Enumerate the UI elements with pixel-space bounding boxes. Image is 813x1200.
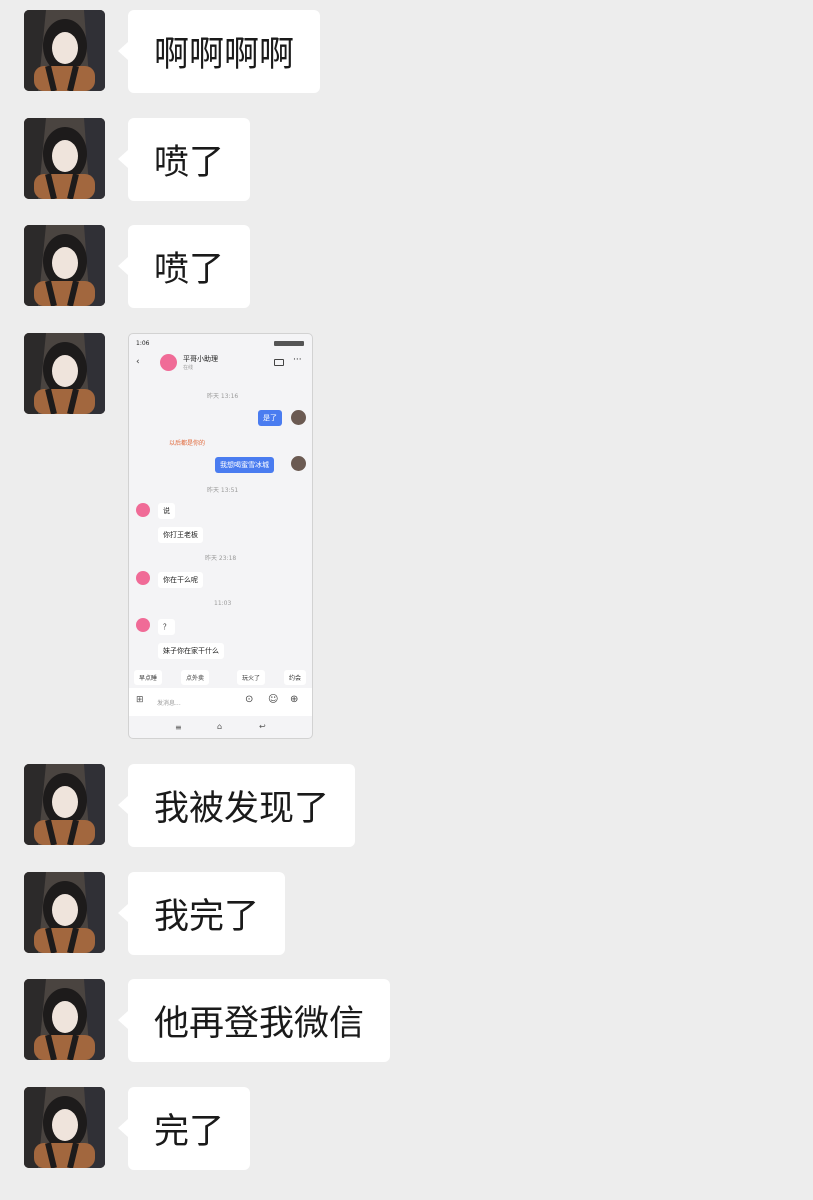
avatar[interactable] [24, 1087, 105, 1168]
status-icons [274, 341, 304, 346]
message-row: 啊啊啊啊 [0, 10, 813, 93]
avatar[interactable] [24, 333, 105, 414]
home-nav-icon[interactable]: ⌂ [217, 722, 222, 731]
avatar-portrait-icon [24, 225, 105, 306]
message-text: 我被发现了 [154, 789, 330, 829]
back-nav-icon[interactable]: ↩ [259, 722, 266, 731]
message-text: 喷了 [154, 143, 225, 183]
received-message: ？ [158, 619, 175, 635]
system-notice: 以后都是你的 [169, 440, 206, 447]
video-call-icon[interactable] [274, 359, 284, 366]
message-row: 喷了 [0, 118, 813, 201]
contact-status: 在线 [183, 365, 194, 371]
message-text: 喷了 [154, 250, 225, 290]
timestamp: 昨天 13:51 [207, 487, 239, 494]
message-row: 1:06 ‹ 平哥小助理 在线 ··· 昨天 13:16 是了 以后都是你的 我… [0, 333, 813, 741]
message-text: 完了 [154, 1112, 225, 1152]
avatar-portrait-icon [24, 764, 105, 845]
add-icon[interactable]: ⊕ [290, 694, 298, 705]
status-time: 1:06 [136, 340, 150, 347]
avatar[interactable] [24, 872, 105, 953]
message-row: 完了 [0, 1087, 813, 1170]
menu-nav-icon[interactable]: ≡ [175, 723, 182, 732]
contact-avatar [136, 618, 150, 632]
received-message: 说 [158, 503, 175, 519]
received-message: 你打王老板 [158, 527, 203, 543]
avatar[interactable] [24, 979, 105, 1060]
avatar-portrait-icon [24, 10, 105, 91]
avatar-portrait-icon [24, 1087, 105, 1168]
chat-bubble[interactable]: 他再登我微信 [117, 979, 391, 1062]
contact-avatar [136, 571, 150, 585]
sent-message: 是了 [258, 410, 282, 426]
message-text: 啊啊啊啊 [154, 35, 295, 75]
contact-avatar [136, 503, 150, 517]
received-message: 你在干么呢 [158, 572, 203, 588]
chat-bubble[interactable]: 啊啊啊啊 [117, 10, 321, 93]
timestamp: 11:03 [214, 600, 232, 607]
emoji-icon[interactable]: ☺ [268, 694, 278, 705]
own-avatar [291, 410, 306, 425]
chat-bubble[interactable]: 完了 [117, 1087, 251, 1170]
apps-icon[interactable]: ⊞ [136, 695, 144, 705]
image-message[interactable]: 1:06 ‹ 平哥小助理 在线 ··· 昨天 13:16 是了 以后都是你的 我… [128, 333, 313, 739]
avatar-portrait-icon [24, 118, 105, 199]
timestamp: 昨天 13:16 [207, 393, 239, 400]
avatar-portrait-icon [24, 979, 105, 1060]
message-input[interactable]: 发消息... [157, 698, 181, 707]
more-icon[interactable]: ··· [293, 355, 302, 365]
message-row: 我完了 [0, 872, 813, 955]
chat-bubble[interactable]: 喷了 [117, 118, 251, 201]
quick-reply-chip[interactable]: 早点睡 [134, 670, 163, 685]
message-text: 我完了 [154, 897, 260, 937]
message-row: 他再登我微信 [0, 979, 813, 1062]
timestamp: 昨天 23:18 [205, 555, 237, 562]
avatar[interactable] [24, 118, 105, 199]
message-text: 他再登我微信 [154, 1004, 365, 1044]
contact-avatar [160, 354, 177, 371]
own-avatar [291, 456, 306, 471]
chat-bubble[interactable]: 我完了 [117, 872, 286, 955]
quick-reply-chip[interactable]: 约会 [284, 670, 307, 685]
quick-reply-chip[interactable]: 点外卖 [181, 670, 210, 685]
chat-bubble[interactable]: 喷了 [117, 225, 251, 308]
avatar[interactable] [24, 764, 105, 845]
back-icon[interactable]: ‹ [136, 357, 140, 367]
chat-bubble[interactable]: 我被发现了 [117, 764, 356, 847]
avatar-portrait-icon [24, 872, 105, 953]
avatar[interactable] [24, 225, 105, 306]
sent-message: 我想喝蜜雪冰城 [215, 457, 274, 473]
message-row: 我被发现了 [0, 764, 813, 847]
quick-reply-chip[interactable]: 玩火了 [237, 670, 266, 685]
received-message: 妹子你在家干什么 [158, 643, 224, 659]
voice-icon[interactable]: ⊙ [245, 694, 253, 705]
avatar[interactable] [24, 10, 105, 91]
message-row: 喷了 [0, 225, 813, 308]
avatar-portrait-icon [24, 333, 105, 414]
contact-name: 平哥小助理 [183, 355, 218, 363]
